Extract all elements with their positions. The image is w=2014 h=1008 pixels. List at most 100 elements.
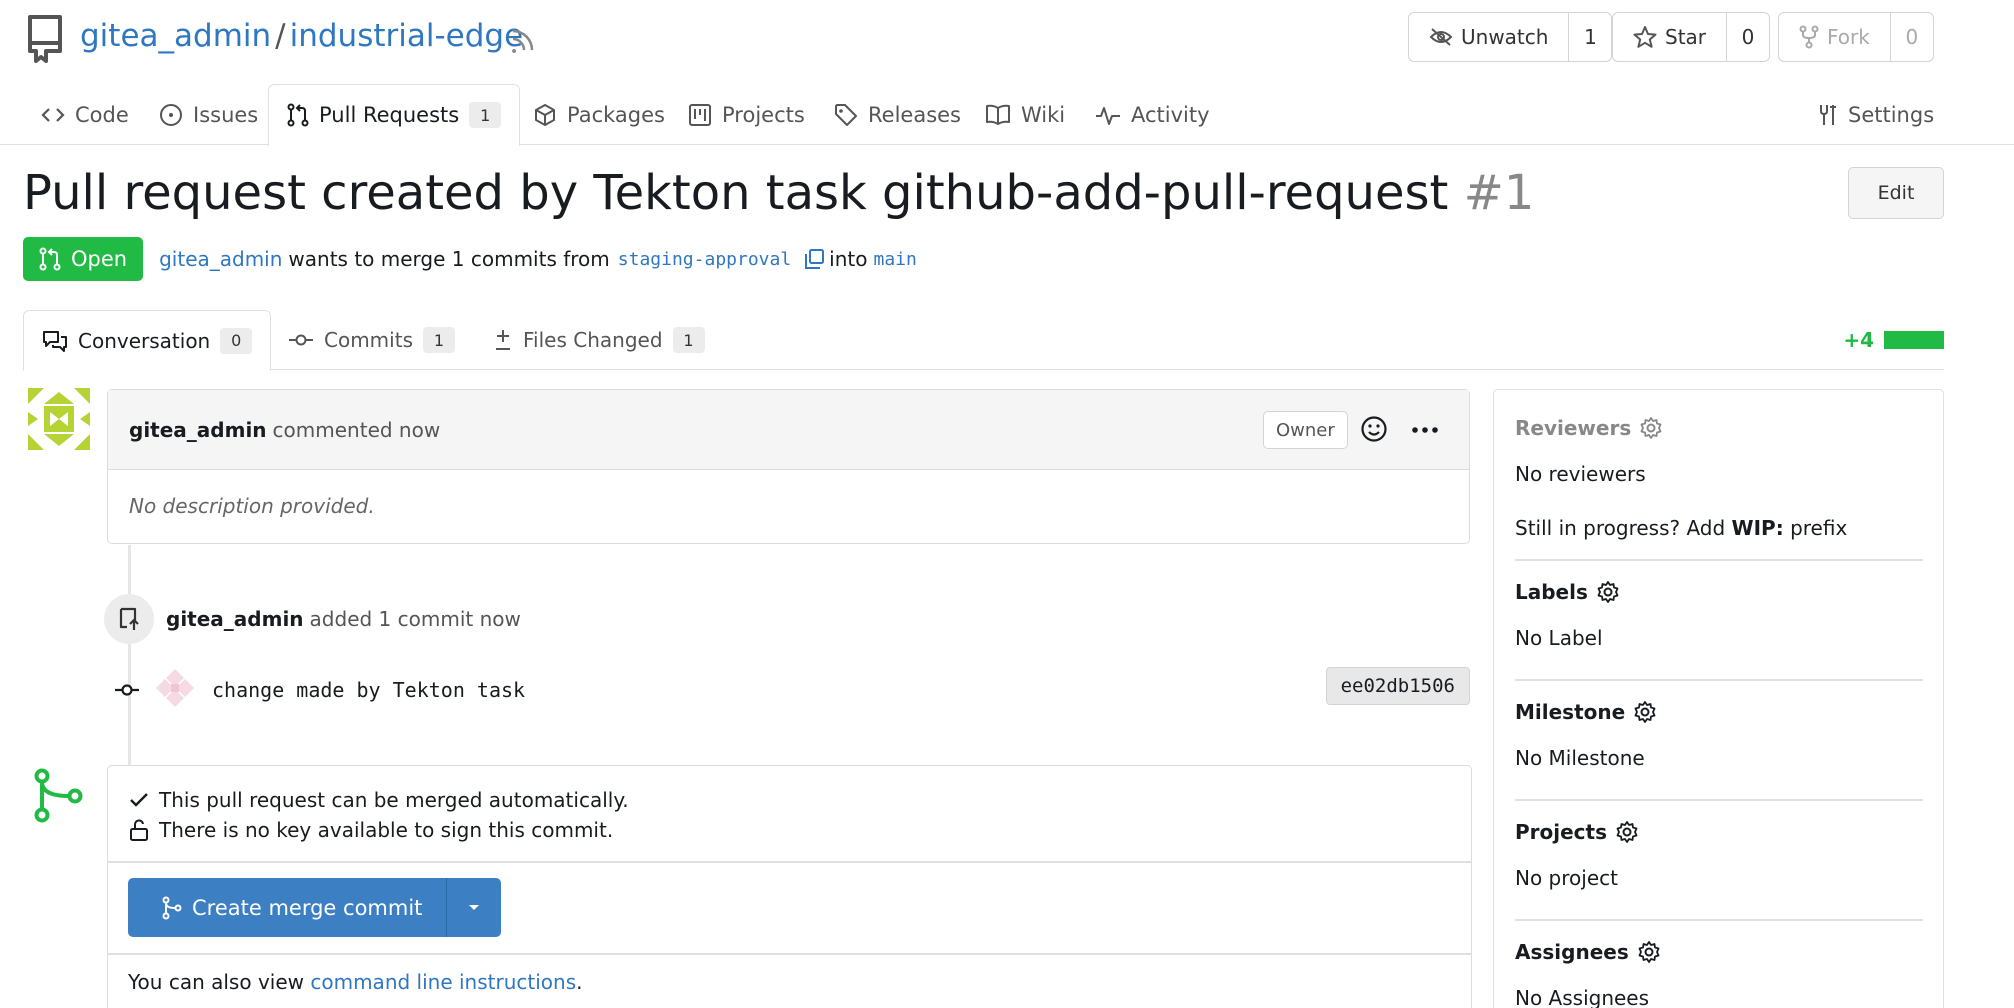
repo-header: gitea_admin / industrial-edge Unwatch 1 St… xyxy=(0,0,2014,80)
pull-request-icon xyxy=(287,103,309,127)
event-action: added 1 commit now xyxy=(309,607,521,631)
fork-count[interactable]: 0 xyxy=(1891,13,1933,61)
reviewers-section: Reviewers No reviewers Still in progress… xyxy=(1515,416,1923,540)
watch-count[interactable]: 1 xyxy=(1569,13,1611,61)
wip-hint: Still in progress? Add WIP: prefix xyxy=(1515,516,1923,540)
more-options-icon[interactable] xyxy=(1411,426,1439,434)
merge-button-group: Create merge commit xyxy=(128,878,502,937)
tab-projects[interactable]: Projects xyxy=(688,84,805,145)
base-branch-link[interactable]: main xyxy=(873,249,916,270)
assignees-label: Assignees xyxy=(1515,940,1629,964)
commit-row: change made by Tekton task ee02db1506 xyxy=(114,666,1470,714)
merge-style-dropdown[interactable] xyxy=(447,878,502,937)
commit-icon xyxy=(288,333,314,347)
tab-issues[interactable]: Issues xyxy=(159,84,258,145)
pr-tabs: Conversation 0 Commits 1 Files Changed 1… xyxy=(23,310,1944,371)
status-badge: Open xyxy=(23,237,144,281)
star-button-group: Star 0 xyxy=(1612,12,1771,62)
cli-suffix: . xyxy=(576,970,583,994)
rss-icon[interactable] xyxy=(510,27,536,53)
wip-suffix: prefix xyxy=(1790,516,1848,540)
commit-sha-button[interactable]: ee02db1506 xyxy=(1325,667,1470,705)
signing-check: There is no key available to sign this c… xyxy=(129,818,613,842)
pr-title-text: Pull request created by Tekton task gith… xyxy=(23,165,1449,221)
star-button[interactable]: Star xyxy=(1613,13,1728,61)
merge-box: This pull request can be merged automati… xyxy=(107,765,1472,1008)
unwatch-button[interactable]: Unwatch xyxy=(1409,13,1570,61)
unlock-icon xyxy=(129,819,149,841)
divider xyxy=(1515,559,1923,561)
fork-button[interactable]: Fork xyxy=(1779,13,1891,61)
copy-icon[interactable] xyxy=(803,248,825,270)
no-project-text: No project xyxy=(1515,866,1618,890)
no-assignees-text: No Assignees xyxy=(1515,986,1650,1008)
event-author[interactable]: gitea_admin xyxy=(166,607,304,631)
tab-files-changed[interactable]: Files Changed 1 xyxy=(493,310,705,370)
tab-files-label: Files Changed xyxy=(523,328,663,352)
star-count[interactable]: 0 xyxy=(1727,13,1769,61)
labels-section: Labels No Label xyxy=(1515,580,1923,650)
tab-conversation[interactable]: Conversation 0 xyxy=(23,310,272,371)
comment-time: commented now xyxy=(272,417,441,442)
milestone-section: Milestone No Milestone xyxy=(1515,700,1923,770)
cli-instructions-link[interactable]: command line instructions xyxy=(310,970,576,994)
unwatch-label: Unwatch xyxy=(1461,25,1549,49)
signing-text: There is no key available to sign this c… xyxy=(159,818,614,842)
comment-author[interactable]: gitea_admin xyxy=(129,418,267,442)
assignees-heading[interactable]: Assignees xyxy=(1515,940,1923,964)
repo-name-link[interactable]: industrial-edge xyxy=(290,18,524,54)
wip-prefix: Still in progress? Add xyxy=(1515,516,1726,540)
fork-label: Fork xyxy=(1827,25,1870,49)
pull-request-icon xyxy=(39,247,61,271)
projects-heading[interactable]: Projects xyxy=(1515,820,1923,844)
code-icon xyxy=(41,106,65,124)
tab-releases[interactable]: Releases xyxy=(834,84,961,145)
no-milestone-text: No Milestone xyxy=(1515,746,1645,770)
tab-commits[interactable]: Commits 1 xyxy=(288,310,455,370)
milestone-heading[interactable]: Milestone xyxy=(1515,700,1923,724)
tag-icon xyxy=(834,103,858,127)
commit-message-link[interactable]: change made by Tekton task xyxy=(212,678,525,702)
tab-wiki[interactable]: Wiki xyxy=(985,84,1065,145)
labels-heading[interactable]: Labels xyxy=(1515,580,1923,604)
tab-activity[interactable]: Activity xyxy=(1095,84,1210,145)
tab-releases-label: Releases xyxy=(868,102,961,127)
smiley-icon[interactable] xyxy=(1360,415,1388,443)
repo-breadcrumb: gitea_admin / industrial-edge xyxy=(80,18,523,54)
pr-number: #1 xyxy=(1463,165,1535,221)
merge-icon xyxy=(32,768,86,829)
pulse-icon xyxy=(1095,104,1121,126)
tab-pull-requests[interactable]: Pull Requests 1 xyxy=(268,84,521,146)
avatar[interactable] xyxy=(28,388,90,455)
caret-down-icon xyxy=(468,904,480,912)
create-merge-commit-button[interactable]: Create merge commit xyxy=(128,878,448,937)
commit-author-avatar[interactable] xyxy=(154,666,196,714)
edit-title-button[interactable]: Edit xyxy=(1848,167,1944,219)
mergeable-text: This pull request can be merged automati… xyxy=(159,788,629,812)
repo-owner-link[interactable]: gitea_admin xyxy=(80,18,271,54)
pr-author-link[interactable]: gitea_admin xyxy=(159,247,282,271)
book-icon xyxy=(985,104,1011,126)
gear-icon xyxy=(1615,820,1639,844)
commit-icon xyxy=(114,683,140,697)
comment-body: No description provided. xyxy=(129,494,375,518)
diffstat: +4 xyxy=(1843,328,1944,352)
tab-settings[interactable]: Settings xyxy=(1816,84,1934,145)
tab-code[interactable]: Code xyxy=(41,84,129,145)
push-event-icon-wrap xyxy=(104,594,154,644)
cli-instructions: You can also view command line instructi… xyxy=(128,970,582,994)
milestone-label: Milestone xyxy=(1515,700,1626,724)
timeline-line xyxy=(128,545,131,775)
tab-packages[interactable]: Packages xyxy=(533,84,665,145)
tab-pull-requests-label: Pull Requests xyxy=(319,103,460,127)
reviewers-heading[interactable]: Reviewers xyxy=(1515,416,1923,440)
cli-prefix: You can also view xyxy=(128,970,304,994)
head-branch-link[interactable]: staging-approval xyxy=(618,249,791,270)
conversation-count-badge: 0 xyxy=(220,327,253,354)
wip-keyword[interactable]: WIP: xyxy=(1732,516,1784,540)
owner-role-badge: Owner xyxy=(1263,411,1348,449)
tab-activity-label: Activity xyxy=(1131,102,1210,127)
diffstat-additions: +4 xyxy=(1843,328,1874,352)
fork-button-group: Fork 0 xyxy=(1778,12,1934,62)
pull-requests-count-badge: 1 xyxy=(469,102,502,128)
